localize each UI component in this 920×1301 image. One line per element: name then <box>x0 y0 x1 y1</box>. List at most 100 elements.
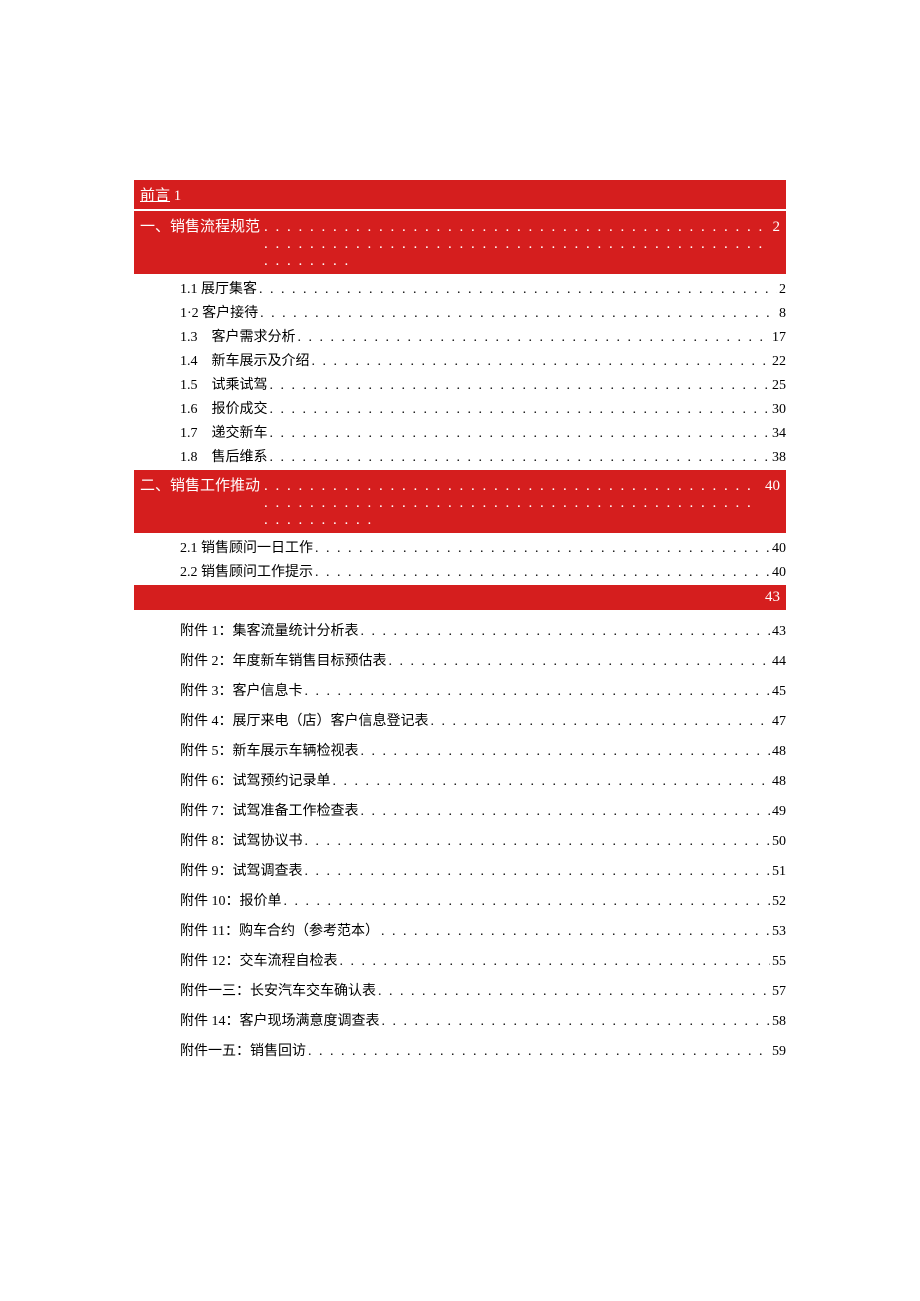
entry-label: 附件 5：新车展示车辆检视表 <box>180 740 361 760</box>
entry-label: 附件 9：试驾调查表 <box>180 860 305 880</box>
leader-dots: . . . . . . . . . . . . . . . . . . . . … <box>361 744 771 760</box>
toc-entry: 1.1 展厅集客 . . . . . . . . . . . . . . . .… <box>134 278 786 298</box>
entry-page: 22 <box>770 354 786 370</box>
entry-label: 附件一五：销售回访 <box>180 1040 308 1060</box>
leader-dots: . . . . . . . . . . . . . . . . . . . . … <box>270 426 771 442</box>
leader-dots: . . . . . . . . . . . . . . . . . . . . … <box>431 714 771 730</box>
attachments-entries: 附件 1：集客流量统计分析表 . . . . . . . . . . . . .… <box>134 620 786 1060</box>
entry-page: 58 <box>770 1014 786 1030</box>
entry-page: 8 <box>777 306 786 322</box>
entry-label: 附件 8：试驾协议书 <box>180 830 305 850</box>
entry-label: 1·2 客户接待 <box>180 302 260 322</box>
entry-label: 附件 14：客户现场满意度调查表 <box>180 1010 382 1030</box>
preface-page: 1 <box>174 188 182 204</box>
preface-header: 前言 1 <box>134 180 786 209</box>
toc-entry: 1.3 客户需求分析 . . . . . . . . . . . . . . .… <box>134 326 786 346</box>
entry-label: 2.1 销售顾问一日工作 <box>180 537 315 557</box>
preface-label: 前言 <box>140 188 170 204</box>
section-1-entries: 1.1 展厅集客 . . . . . . . . . . . . . . . .… <box>134 278 786 466</box>
leader-dots: . . . . . . . . . . . . . . . . . . . . … <box>389 654 771 670</box>
table-of-contents: 前言 1 一、销售流程规范 . . . . . . . . . . . . . … <box>134 180 786 1060</box>
leader-dots: . . . . . . . . . . . . . . . . . . . . … <box>260 306 777 322</box>
leader-dots: . . . . . . . . . . . . . . . . . . . . … <box>270 402 771 418</box>
toc-entry: 2.2 销售顾问工作提示 . . . . . . . . . . . . . .… <box>134 561 786 581</box>
entry-page: 17 <box>770 330 786 346</box>
leader-dots: . . . . . . . . . . . . . . . . . . . . … <box>270 378 771 394</box>
section-2-page: 40 <box>765 478 780 495</box>
entry-page: 51 <box>770 864 786 880</box>
entry-label: 附件 2：年度新车销售目标预估表 <box>180 650 389 670</box>
entry-label: 附件 4：展厅来电（店）客户信息登记表 <box>180 710 431 730</box>
toc-entry: 附件 8：试驾协议书 . . . . . . . . . . . . . . .… <box>134 830 786 850</box>
toc-entry: 附件 12：交车流程自检表 . . . . . . . . . . . . . … <box>134 950 786 970</box>
entry-page: 30 <box>770 402 786 418</box>
toc-entry: 附件 7：试驾准备工作检查表 . . . . . . . . . . . . .… <box>134 800 786 820</box>
leader-dots: . . . . . . . . . . . . . . . . . . . . … <box>315 541 770 557</box>
toc-entry: 附件 4：展厅来电（店）客户信息登记表 . . . . . . . . . . … <box>134 710 786 730</box>
leader-dots: . . . . . . . . . . . . . . . . . . . . … <box>333 774 771 790</box>
toc-entry: 附件 5：新车展示车辆检视表 . . . . . . . . . . . . .… <box>134 740 786 760</box>
entry-label: 附件一三：长安汽车交车确认表 <box>180 980 378 1000</box>
entry-page: 59 <box>770 1044 786 1060</box>
leader-dots: . . . . . . . . . . . . . . . . . . . . … <box>264 478 761 529</box>
toc-entry: 附件 14：客户现场满意度调查表 . . . . . . . . . . . .… <box>134 1010 786 1030</box>
toc-entry: 附件 11：购车合约（参考范本） . . . . . . . . . . . .… <box>134 920 786 940</box>
leader-dots: . . . . . . . . . . . . . . . . . . . . … <box>378 984 770 1000</box>
entry-page: 38 <box>770 450 786 466</box>
entry-label: 附件 7：试驾准备工作检查表 <box>180 800 361 820</box>
entry-page: 48 <box>770 744 786 760</box>
toc-entry: 1·2 客户接待 . . . . . . . . . . . . . . . .… <box>134 302 786 322</box>
leader-dots: . . . . . . . . . . . . . . . . . . . . … <box>305 834 771 850</box>
entry-page: 49 <box>770 804 786 820</box>
section-1-header: 一、销售流程规范 . . . . . . . . . . . . . . . .… <box>134 211 786 274</box>
toc-entry: 附件 10：报价单 . . . . . . . . . . . . . . . … <box>134 890 786 910</box>
leader-dots: . . . . . . . . . . . . . . . . . . . . … <box>270 450 771 466</box>
leader-dots: . . . . . . . . . . . . . . . . . . . . … <box>361 804 771 820</box>
toc-entry: 附件 6：试驾预约记录单 . . . . . . . . . . . . . .… <box>134 770 786 790</box>
toc-entry: 1.5 试乘试驾 . . . . . . . . . . . . . . . .… <box>134 374 786 394</box>
entry-page: 52 <box>770 894 786 910</box>
section-2-header: 二、销售工作推动 . . . . . . . . . . . . . . . .… <box>134 470 786 533</box>
entry-label: 附件 10：报价单 <box>180 890 284 910</box>
toc-entry: 附件 2：年度新车销售目标预估表 . . . . . . . . . . . .… <box>134 650 786 670</box>
entry-label: 1.8 售后维系 <box>180 446 270 466</box>
entry-label: 1.6 报价成交 <box>180 398 270 418</box>
section-2-entries: 2.1 销售顾问一日工作 . . . . . . . . . . . . . .… <box>134 537 786 581</box>
leader-dots: . . . . . . . . . . . . . . . . . . . . … <box>340 954 771 970</box>
entry-page: 40 <box>770 541 786 557</box>
leader-dots: . . . . . . . . . . . . . . . . . . . . … <box>308 1044 770 1060</box>
section-1-page: 2 <box>773 219 781 236</box>
entry-label: 附件 3：客户信息卡 <box>180 680 305 700</box>
leader-dots: . . . . . . . . . . . . . . . . . . . . … <box>305 684 771 700</box>
leader-dots: . . . . . . . . . . . . . . . . . . . . … <box>264 219 768 270</box>
toc-entry: 1.8 售后维系 . . . . . . . . . . . . . . . .… <box>134 446 786 466</box>
entry-page: 40 <box>770 565 786 581</box>
leader-dots: . . . . . . . . . . . . . . . . . . . . … <box>284 894 771 910</box>
entry-page: 2 <box>777 282 786 298</box>
entry-label: 1.7 递交新车 <box>180 422 270 442</box>
toc-entry: 2.1 销售顾问一日工作 . . . . . . . . . . . . . .… <box>134 537 786 557</box>
leader-dots: . . . . . . . . . . . . . . . . . . . . … <box>312 354 771 370</box>
entry-label: 1.4 新车展示及介绍 <box>180 350 312 370</box>
entry-page: 43 <box>770 624 786 640</box>
toc-entry: 附件 1：集客流量统计分析表 . . . . . . . . . . . . .… <box>134 620 786 640</box>
leader-dots: . . . . . . . . . . . . . . . . . . . . … <box>259 282 777 298</box>
toc-entry: 附件 9：试驾调查表 . . . . . . . . . . . . . . .… <box>134 860 786 880</box>
section-1-label: 一、销售流程规范 <box>140 215 260 236</box>
toc-entry: 附件一五：销售回访 . . . . . . . . . . . . . . . … <box>134 1040 786 1060</box>
entry-page: 50 <box>770 834 786 850</box>
entry-page: 53 <box>770 924 786 940</box>
leader-dots: . . . . . . . . . . . . . . . . . . . . … <box>298 330 771 346</box>
toc-entry: 附件 3：客户信息卡 . . . . . . . . . . . . . . .… <box>134 680 786 700</box>
entry-page: 34 <box>770 426 786 442</box>
entry-label: 附件 12：交车流程自检表 <box>180 950 340 970</box>
attachments-header: 43 <box>134 585 786 610</box>
leader-dots: . . . . . . . . . . . . . . . . . . . . … <box>361 624 771 640</box>
entry-label: 1.3 客户需求分析 <box>180 326 298 346</box>
entry-page: 45 <box>770 684 786 700</box>
leader-dots: . . . . . . . . . . . . . . . . . . . . … <box>381 924 770 940</box>
entry-page: 44 <box>770 654 786 670</box>
leader-dots: . . . . . . . . . . . . . . . . . . . . … <box>382 1014 771 1030</box>
entry-label: 1.1 展厅集客 <box>180 278 259 298</box>
entry-label: 1.5 试乘试驾 <box>180 374 270 394</box>
